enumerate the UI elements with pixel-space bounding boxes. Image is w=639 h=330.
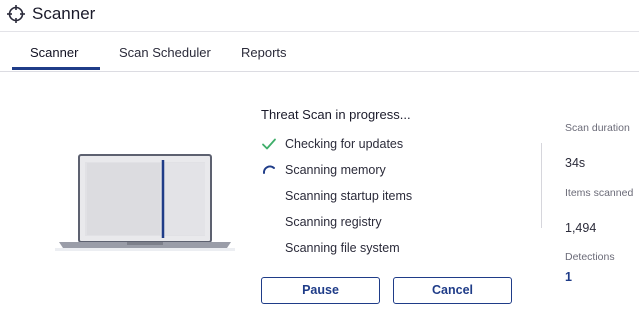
crosshair-icon <box>7 5 25 23</box>
cancel-button[interactable]: Cancel <box>393 277 512 304</box>
title-bar: Scanner <box>0 0 639 32</box>
step-label: Scanning registry <box>285 215 382 229</box>
step-checking-updates: Checking for updates <box>261 135 481 155</box>
step-scanning-memory: Scanning memory <box>261 161 481 181</box>
step-label: Scanning file system <box>285 241 400 255</box>
step-label: Checking for updates <box>285 137 404 151</box>
pause-button[interactable]: Pause <box>261 277 380 304</box>
active-tab-indicator <box>12 67 100 70</box>
tab-scanner[interactable]: Scanner <box>30 45 78 60</box>
detections-value[interactable]: 1 <box>565 270 572 284</box>
scan-duration-label: Scan duration <box>565 122 630 134</box>
tab-scan-scheduler[interactable]: Scan Scheduler <box>119 45 211 60</box>
step-scanning-registry: Scanning registry <box>261 213 481 233</box>
step-label: Scanning startup items <box>285 189 413 203</box>
check-icon <box>262 138 276 150</box>
tab-bar: Scanner Scan Scheduler Reports <box>0 32 639 72</box>
spinner-icon <box>263 165 275 174</box>
laptop-illustration <box>55 154 235 251</box>
stats-divider <box>541 143 542 228</box>
step-label: Scanning memory <box>285 163 386 177</box>
scan-duration-value: 34s <box>565 156 586 170</box>
step-scanning-startup: Scanning startup items <box>261 187 481 207</box>
app-title: Scanner <box>32 4 96 23</box>
step-scanning-file-system: Scanning file system <box>261 239 481 259</box>
items-scanned-label: Items scanned <box>565 187 634 199</box>
items-scanned-value: 1,494 <box>565 221 597 235</box>
detections-label: Detections <box>565 251 615 263</box>
scan-status-title: Threat Scan in progress... <box>261 107 411 122</box>
tab-reports[interactable]: Reports <box>241 45 287 60</box>
